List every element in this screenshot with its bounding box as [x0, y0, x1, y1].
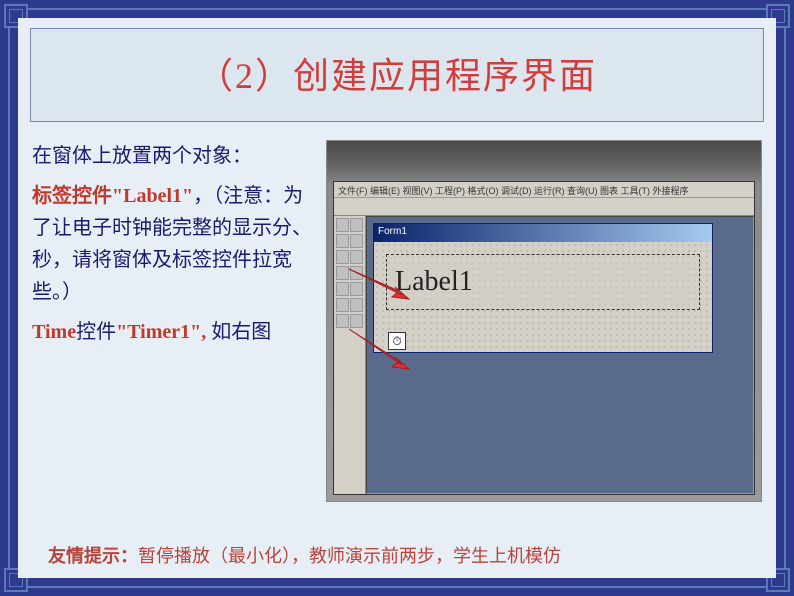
tool-icon — [336, 234, 349, 248]
tool-icon — [336, 250, 349, 264]
tool-icon — [350, 314, 363, 328]
footer-hint: 友情提示：暂停播放（最小化），教师演示前两步，学生上机模仿 — [48, 542, 746, 568]
tool-icon — [350, 218, 363, 232]
vb-form-window: Form1 Label1 ⏱ — [373, 223, 713, 353]
paragraph-timer: Time控件"Timer1", 如右图 — [32, 316, 312, 348]
vb-form-canvas: Label1 ⏱ — [374, 242, 712, 352]
slide-title: （2）创建应用程序界面 — [197, 56, 597, 96]
hint-text: 暂停播放（最小化），教师演示前两步，学生上机模仿 — [138, 546, 561, 566]
vb-screenshot: 文件(F) 编辑(E) 视图(V) 工程(P) 格式(O) 调试(D) 运行(R… — [326, 140, 762, 502]
slide-content: （2）创建应用程序界面 在窗体上放置两个对象： 标签控件"Label1"，（注意… — [18, 18, 776, 578]
timer-name: "Timer1", — [116, 321, 206, 343]
tool-icon — [350, 250, 363, 264]
paragraph-intro: 在窗体上放置两个对象： — [32, 140, 312, 172]
text-column: 在窗体上放置两个对象： 标签控件"Label1"，（注意：为了让电子时钟能完整的… — [32, 140, 312, 502]
slide-body: 在窗体上放置两个对象： 标签控件"Label1"，（注意：为了让电子时钟能完整的… — [18, 122, 776, 502]
arrow-to-label — [347, 267, 417, 307]
vb-menubar: 文件(F) 编辑(E) 视图(V) 工程(P) 格式(O) 调试(D) 运行(R… — [334, 182, 754, 198]
slide-title-box: （2）创建应用程序界面 — [30, 28, 764, 122]
hint-label: 友情提示： — [48, 546, 138, 566]
vb-form-titlebar: Form1 — [374, 224, 712, 242]
timer-mid: 控件 — [76, 321, 116, 343]
vb-toolbar — [334, 198, 754, 216]
paragraph-label: 标签控件"Label1"，（注意：为了让电子时钟能完整的显示分、秒，请将窗体及标… — [32, 180, 312, 308]
tool-icon — [350, 234, 363, 248]
tool-icon — [336, 314, 349, 328]
label-control-prefix: 标签控件 — [32, 185, 112, 207]
label-control-name: "Label1" — [112, 185, 193, 207]
vb-designer: Form1 Label1 ⏱ — [366, 216, 754, 494]
label-comma: ， — [193, 185, 213, 207]
timer-suffix: 如右图 — [211, 321, 271, 343]
screenshot-column: 文件(F) 编辑(E) 视图(V) 工程(P) 格式(O) 调试(D) 运行(R… — [326, 140, 762, 502]
label1-control: Label1 — [386, 254, 700, 310]
arrow-to-timer — [347, 327, 417, 377]
tool-icon — [336, 218, 349, 232]
timer-prefix: Time — [32, 321, 76, 343]
